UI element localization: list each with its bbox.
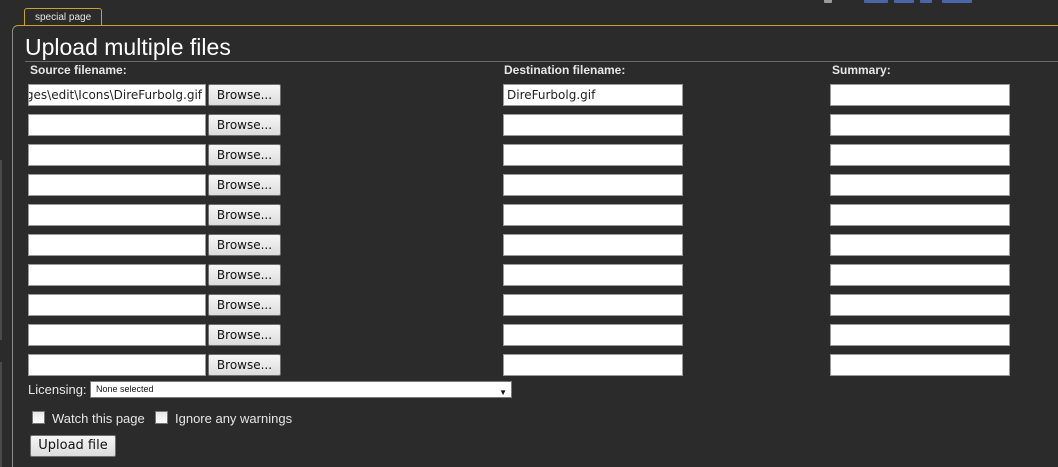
sidebar-edge [0, 362, 2, 467]
destination-filename-input[interactable] [503, 114, 683, 136]
sidebar-edge [0, 160, 2, 340]
watch-page-checkbox[interactable] [32, 411, 45, 424]
summary-input[interactable] [830, 144, 1010, 166]
browse-button[interactable]: Browse... [208, 234, 281, 256]
top-navigation-fragment [824, 0, 974, 3]
source-filename-input[interactable] [28, 354, 206, 376]
summary-input[interactable] [830, 114, 1010, 136]
destination-filename-input[interactable] [503, 204, 683, 226]
dropdown-arrow-icon: ▼ [499, 388, 507, 397]
destination-filename-input[interactable] [503, 294, 683, 316]
summary-input[interactable] [830, 324, 1010, 346]
page-title: Upload multiple files [25, 34, 231, 60]
destination-filename-input[interactable] [503, 144, 683, 166]
destination-filename-input[interactable] [503, 354, 683, 376]
destination-filename-input[interactable] [503, 234, 683, 256]
source-filename-input[interactable] [28, 144, 206, 166]
source-filename-input[interactable] [28, 174, 206, 196]
destination-filename-input[interactable] [503, 264, 683, 286]
browse-button[interactable]: Browse... [208, 84, 281, 106]
source-filename-input[interactable] [28, 324, 206, 346]
column-header-destination: Destination filename: [504, 63, 626, 77]
browse-button[interactable]: Browse... [208, 204, 281, 226]
destination-filename-input[interactable] [503, 324, 683, 346]
browse-button[interactable]: Browse... [208, 294, 281, 316]
destination-filename-input[interactable] [503, 174, 683, 196]
licensing-select[interactable]: None selected ▼ [90, 381, 512, 398]
browse-button[interactable]: Browse... [208, 354, 281, 376]
summary-input[interactable] [830, 204, 1010, 226]
source-filename-input[interactable] [28, 294, 206, 316]
tab-special-page[interactable]: special page [24, 8, 103, 25]
browse-button[interactable]: Browse... [208, 324, 281, 346]
upload-file-button[interactable]: Upload file [30, 435, 116, 457]
watch-page-label[interactable]: Watch this page [52, 411, 145, 427]
licensing-selected-value: None selected [96, 384, 154, 394]
browse-button[interactable]: Browse... [208, 264, 281, 286]
column-header-summary: Summary: [832, 63, 891, 77]
source-filename-input[interactable] [28, 264, 206, 286]
browse-button[interactable]: Browse... [208, 114, 281, 136]
licensing-label: Licensing: [28, 382, 87, 397]
source-filename-input[interactable] [28, 114, 206, 136]
title-divider [25, 61, 1058, 62]
summary-input[interactable] [830, 234, 1010, 256]
summary-input[interactable] [830, 174, 1010, 196]
browse-button[interactable]: Browse... [208, 174, 281, 196]
source-filename-input[interactable] [28, 204, 206, 226]
summary-input[interactable] [830, 294, 1010, 316]
summary-input[interactable] [830, 84, 1010, 106]
summary-input[interactable] [830, 354, 1010, 376]
column-header-source: Source filename: [30, 63, 127, 77]
destination-filename-input[interactable]: DireFurbolg.gif [503, 84, 683, 106]
browse-button[interactable]: Browse... [208, 144, 281, 166]
source-filename-input[interactable]: C:\Users\Wes\Pictures\wiki\images\edit\I… [28, 84, 206, 106]
summary-input[interactable] [830, 264, 1010, 286]
ignore-warnings-checkbox[interactable] [155, 411, 168, 424]
source-filename-input[interactable] [28, 234, 206, 256]
upload-page: special page Upload multiple files Sourc… [0, 0, 1058, 467]
ignore-warnings-label[interactable]: Ignore any warnings [175, 411, 292, 427]
